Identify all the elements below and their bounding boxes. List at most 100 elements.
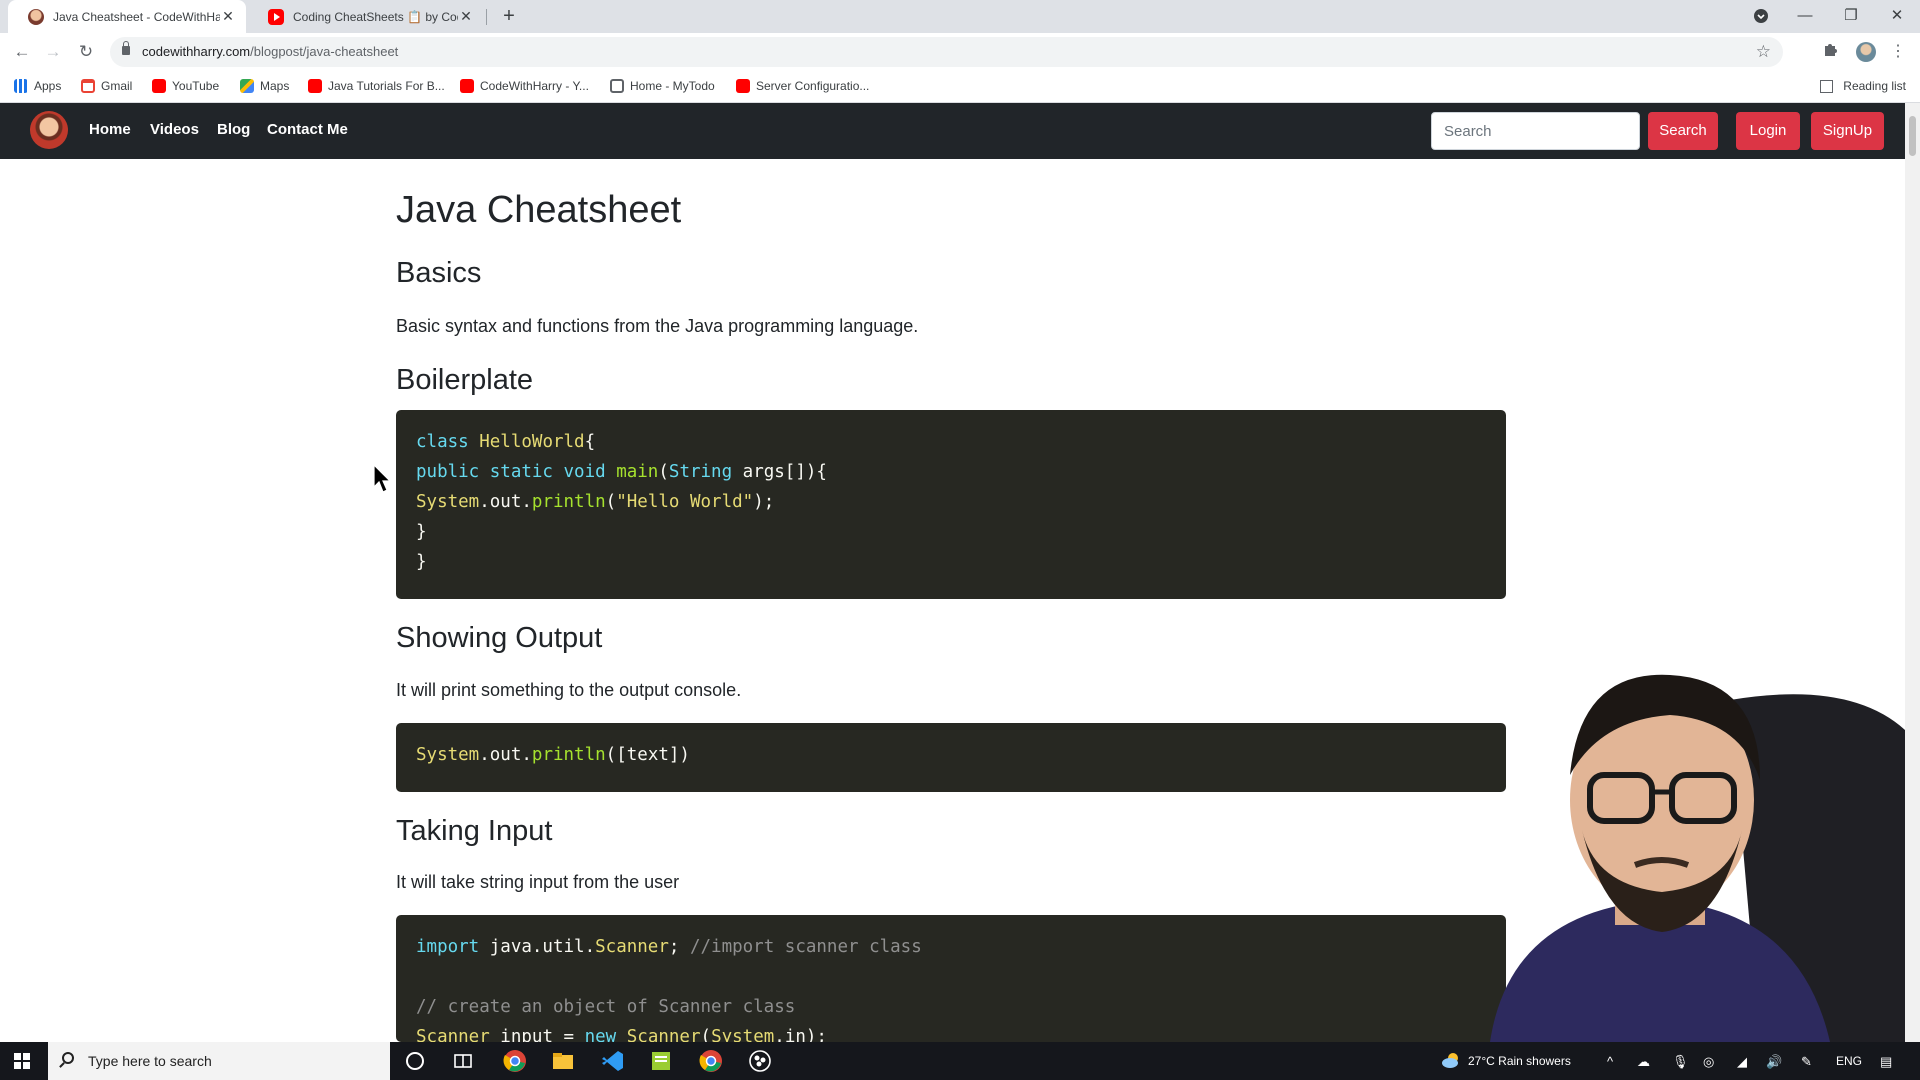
lock-icon xyxy=(122,41,130,55)
microphone-icon[interactable]: 🎙 xyxy=(1672,1054,1689,1070)
network-wifi-icon[interactable]: ◢ xyxy=(1737,1054,1747,1070)
youtube-icon xyxy=(152,79,166,93)
bookmark-youtube[interactable]: YouTube xyxy=(152,79,219,93)
apps-grid-icon xyxy=(14,79,28,93)
weather-text[interactable]: 27°C Rain showers xyxy=(1468,1054,1571,1068)
tab-title: Java Cheatsheet - CodeWithHarry xyxy=(53,9,220,24)
site-search-button[interactable]: Search xyxy=(1648,112,1718,150)
gmail-icon xyxy=(81,79,95,93)
search-icon xyxy=(62,1052,74,1064)
bookmark-java-tutorials[interactable]: Java Tutorials For B... xyxy=(308,79,445,93)
code-line: class HelloWorld{ xyxy=(416,432,596,452)
back-arrow-icon[interactable]: ← xyxy=(10,40,34,64)
close-tab-icon[interactable]: ✕ xyxy=(220,8,236,25)
code-line: System.out.println([text]) xyxy=(416,745,690,765)
code-block-boilerplate: class HelloWorld{ public static void mai… xyxy=(396,410,1506,599)
cortana-icon[interactable] xyxy=(403,1049,427,1073)
section-text-showing-output: It will print something to the output co… xyxy=(396,680,742,700)
volume-speaker-icon[interactable]: 🔊 xyxy=(1766,1054,1782,1070)
vscode-icon[interactable] xyxy=(601,1049,625,1073)
browser-tab-active[interactable]: Java Cheatsheet - CodeWithHarry ✕ xyxy=(8,0,246,33)
site-search-input[interactable] xyxy=(1431,112,1640,150)
input-language[interactable]: ENG xyxy=(1836,1054,1862,1068)
tray-app-icon[interactable]: ◎ xyxy=(1703,1054,1714,1070)
pen-icon[interactable]: ✎ xyxy=(1801,1054,1812,1070)
codewithharry-favicon-icon xyxy=(28,8,44,25)
section-heading-taking-input: Taking Input xyxy=(396,815,553,847)
bookmark-star-icon[interactable]: ☆ xyxy=(1756,42,1771,62)
page-title: Java Cheatsheet xyxy=(396,189,682,231)
onedrive-cloud-icon[interactable]: ☁ xyxy=(1637,1054,1650,1070)
reading-list-icon xyxy=(1820,79,1834,93)
browser-tab-inactive[interactable]: Coding CheatSheets 📋 by CodeWithHarry ✕ xyxy=(248,0,484,33)
scrollbar-thumb[interactable] xyxy=(1909,116,1916,156)
reading-list[interactable]: Reading list xyxy=(1820,79,1906,93)
bookmark-mytodo[interactable]: Home - MyTodo xyxy=(610,79,715,93)
obs-icon[interactable] xyxy=(748,1049,772,1073)
site-navbar: Home Videos Blog Contact Me Search Login… xyxy=(0,103,1905,159)
code-line: // create an object of Scanner class xyxy=(416,997,796,1017)
extensions-puzzle-icon[interactable] xyxy=(1823,41,1839,62)
task-view-icon[interactable] xyxy=(451,1049,475,1073)
nav-blog[interactable]: Blog xyxy=(217,121,250,138)
section-text-basics: Basic syntax and functions from the Java… xyxy=(396,316,919,336)
reload-icon[interactable]: ↻ xyxy=(74,40,98,64)
youtube-icon xyxy=(736,79,750,93)
section-text-taking-input: It will take string input from the user xyxy=(396,872,680,892)
weather-cloud-icon[interactable] xyxy=(1441,1051,1461,1072)
code-line: System.out.println("Hello World"); xyxy=(416,492,775,512)
new-tab-plus-icon[interactable]: + xyxy=(498,5,520,27)
globe-icon xyxy=(610,79,624,93)
windows-taskbar: Type here to search 27°C Rain showers ^ … xyxy=(0,1042,1920,1080)
section-heading-boilerplate: Boilerplate xyxy=(396,364,534,396)
close-window-icon[interactable]: ✕ xyxy=(1874,0,1920,33)
bookmark-gmail[interactable]: Gmail xyxy=(81,79,132,93)
notifications-icon[interactable]: ▤ xyxy=(1880,1054,1892,1070)
code-line: import java.util.Scanner; //import scann… xyxy=(416,937,922,957)
youtube-favicon-icon xyxy=(268,8,284,25)
page-scrollbar[interactable] xyxy=(1905,103,1920,1042)
windows-start-icon[interactable] xyxy=(14,1053,30,1069)
signup-button[interactable]: SignUp xyxy=(1811,112,1884,150)
chrome-active-taskbar-icon[interactable] xyxy=(699,1049,723,1073)
code-line: } xyxy=(416,522,427,542)
minimize-window-icon[interactable]: — xyxy=(1782,0,1828,33)
taskbar-search-box[interactable]: Type here to search xyxy=(48,1042,390,1080)
code-line: Scanner input = new Scanner(System.in); xyxy=(416,1027,827,1042)
notepad-plus-icon[interactable] xyxy=(649,1049,673,1073)
webcam-overlay xyxy=(1430,660,1905,1042)
bookmark-maps[interactable]: Maps xyxy=(240,79,289,93)
bookmark-codewithharry[interactable]: CodeWithHarry - Y... xyxy=(460,79,589,93)
browser-tab-bar: Java Cheatsheet - CodeWithHarry ✕ Coding… xyxy=(0,0,1920,33)
code-line: } xyxy=(416,552,427,572)
code-line: public static void main(String args[]){ xyxy=(416,462,827,482)
bookmark-apps[interactable]: Apps xyxy=(14,79,61,93)
address-bar[interactable]: codewithharry.com/blogpost/java-cheatshe… xyxy=(110,37,1783,67)
close-tab-icon[interactable]: ✕ xyxy=(458,8,474,25)
site-logo-avatar[interactable] xyxy=(30,111,68,149)
code-block-showing-output: System.out.println([text]) xyxy=(396,723,1506,792)
browser-toolbar: ← → ↻ codewithharry.com/blogpost/java-ch… xyxy=(0,33,1920,71)
file-explorer-icon[interactable] xyxy=(551,1049,575,1073)
tab-search-icon[interactable] xyxy=(1738,0,1784,33)
nav-home[interactable]: Home xyxy=(89,121,131,138)
tab-title: Coding CheatSheets 📋 by CodeWithHarry xyxy=(293,9,458,24)
login-button[interactable]: Login xyxy=(1736,112,1800,150)
bookmark-server-config[interactable]: Server Configuratio... xyxy=(736,79,869,93)
tab-divider xyxy=(486,9,487,25)
url-text: codewithharry.com/blogpost/java-cheatshe… xyxy=(142,44,399,59)
section-heading-basics: Basics xyxy=(396,257,482,289)
show-hidden-icons-chevron-icon[interactable]: ^ xyxy=(1607,1054,1613,1069)
youtube-icon xyxy=(308,79,322,93)
nav-contact-me[interactable]: Contact Me xyxy=(267,121,348,138)
code-block-taking-input: import java.util.Scanner; //import scann… xyxy=(396,915,1506,1042)
section-heading-showing-output: Showing Output xyxy=(396,622,603,654)
maps-icon xyxy=(240,79,254,93)
forward-arrow-icon[interactable]: → xyxy=(41,40,65,64)
browser-menu-icon[interactable]: ⋮ xyxy=(1890,41,1906,61)
restore-window-icon[interactable]: ❐ xyxy=(1828,0,1874,33)
profile-avatar[interactable] xyxy=(1856,42,1876,62)
youtube-icon xyxy=(460,79,474,93)
nav-videos[interactable]: Videos xyxy=(150,121,199,138)
chrome-taskbar-icon[interactable] xyxy=(503,1049,527,1073)
